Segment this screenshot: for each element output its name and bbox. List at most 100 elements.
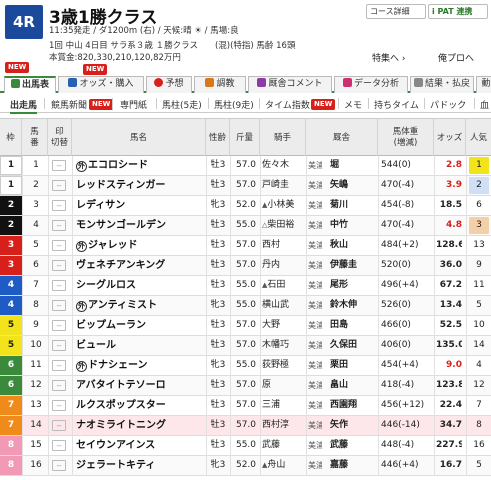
horse-name[interactable]: ビップムーラン	[76, 316, 204, 335]
mark-select[interactable]: --	[52, 380, 66, 391]
col-name[interactable]: 馬名	[72, 119, 206, 157]
jockey-name[interactable]: 戸崎圭	[262, 176, 304, 195]
mark-select[interactable]: --	[52, 200, 66, 211]
horse-row[interactable]: 3 6 -- ヴェネチアンキング 牡3 57.0 丹内 美浦 伊藤圭 520(0) 36.0 9	[0, 256, 491, 276]
odds-value[interactable]: 18.5	[436, 196, 462, 215]
horse-name[interactable]: シーグルロス	[76, 276, 204, 295]
trainer-name[interactable]: 嘉藤	[330, 456, 374, 475]
subnav-memo[interactable]: メモ	[344, 98, 362, 111]
mark-select[interactable]: --	[52, 180, 66, 191]
horse-row[interactable]: 1 1 -- 外エコロシード 牡3 57.0 佐々木 美浦堀 544(0) 2.8 1	[0, 156, 491, 176]
horse-row[interactable]: 3 5 -- 外ジャレッド 牡3 57.0 西村 美浦 秋山 484(+2) 128.6 13	[0, 236, 491, 256]
jockey-name[interactable]: 丹内	[262, 256, 304, 275]
horse-name[interactable]: ジェラートキティ	[76, 456, 204, 475]
odds-value[interactable]: 227.9	[436, 436, 462, 455]
col-trainer[interactable]: 厩舎	[306, 119, 378, 157]
jockey-name[interactable]: △柴田裕	[262, 216, 304, 235]
horse-row[interactable]: 2 3 -- レディサン 牝3 52.0 ▲小林美 美浦 菊川 454(-8) 18.5 6	[0, 196, 491, 216]
col-waku[interactable]: 枠	[0, 119, 22, 157]
horse-row[interactable]: 2 4 -- モンサンゴールデン 牡3 55.0 △柴田裕 美浦 中竹 470(-4) 4.8 3	[0, 216, 491, 236]
mark-select[interactable]: --	[52, 260, 66, 271]
jockey-name[interactable]: 荻野極	[262, 356, 304, 375]
horse-row[interactable]: 6 12 -- アバタイトテソーロ 牡3 57.0 原 美浦 畠山 418(-4) 123.8 12	[0, 376, 491, 396]
horse-name[interactable]: 外アンティミスト	[76, 296, 204, 315]
odds-value[interactable]: 135.0	[436, 336, 462, 355]
jockey-name[interactable]: 三浦	[262, 396, 304, 415]
odds-value[interactable]: 13.4	[436, 296, 462, 315]
trainer-name[interactable]: 矢作	[330, 416, 374, 435]
mypage-link[interactable]: 俺プロへ	[438, 51, 474, 64]
col-pop[interactable]: 人気	[466, 119, 491, 157]
jockey-name[interactable]: ▲石田	[262, 276, 304, 295]
col-sex[interactable]: 性齢	[206, 119, 230, 157]
tab-comment[interactable]: 厩舎コメント	[248, 76, 332, 93]
subnav-shusso[interactable]: 出走馬	[10, 98, 38, 114]
trainer-name[interactable]: 菊川	[330, 196, 374, 215]
horse-name[interactable]: アバタイトテソーロ	[76, 376, 204, 395]
mark-select[interactable]: --	[52, 320, 66, 331]
jockey-name[interactable]: 西村	[262, 236, 304, 255]
trainer-name[interactable]: 伊藤圭	[330, 256, 374, 275]
mark-select[interactable]: --	[52, 160, 66, 171]
trainer-name[interactable]: 尾形	[330, 276, 374, 295]
odds-value[interactable]: 9.0	[436, 356, 462, 375]
trainer-name[interactable]: 鈴木伸	[330, 296, 374, 315]
tab-data[interactable]: データ分析	[334, 76, 408, 93]
col-odds[interactable]: オッズ	[434, 119, 466, 157]
mark-select[interactable]: --	[52, 460, 66, 471]
tab-video[interactable]: 動	[476, 76, 491, 93]
col-mark[interactable]: 印 切替	[48, 119, 72, 157]
jockey-name[interactable]: ▲小林美	[262, 196, 304, 215]
horse-name[interactable]: レディサン	[76, 196, 204, 215]
subnav-mochi-time[interactable]: 持ちタイム	[374, 98, 419, 111]
mark-select[interactable]: --	[52, 420, 66, 431]
odds-value[interactable]: 16.7	[436, 456, 462, 475]
subnav-senmonshi[interactable]: 専門紙	[120, 98, 147, 111]
horse-row[interactable]: 5 10 -- ビュール 牡3 57.0 木幡巧 美浦 久保田 406(0) 135.0 14	[0, 336, 491, 356]
tab-shutsuba[interactable]: 出馬表	[4, 76, 56, 93]
ipat-link-button[interactable]: i PAT 連携	[428, 4, 488, 19]
horse-name[interactable]: モンサンゴールデン	[76, 216, 204, 235]
horse-row[interactable]: 6 11 -- 外ドナシェーン 牝3 55.0 荻野極 美浦 栗田 454(+4) 9.0 4	[0, 356, 491, 376]
horse-name[interactable]: ナオミライトニング	[76, 416, 204, 435]
trainer-name[interactable]: 栗田	[330, 356, 374, 375]
horse-name[interactable]: 外ドナシェーン	[76, 356, 204, 375]
trainer-name[interactable]: 久保田	[330, 336, 374, 355]
horse-name[interactable]: ヴェネチアンキング	[76, 256, 204, 275]
tab-chokyo[interactable]: 調教	[194, 76, 246, 93]
course-detail-button[interactable]: コース詳細	[366, 4, 426, 19]
odds-value[interactable]: 36.0	[436, 256, 462, 275]
trainer-name[interactable]: 中竹	[330, 216, 374, 235]
col-uma[interactable]: 馬 番	[22, 119, 48, 157]
mark-select[interactable]: --	[52, 440, 66, 451]
mark-select[interactable]: --	[52, 360, 66, 371]
trainer-name[interactable]: 秋山	[330, 236, 374, 255]
jockey-name[interactable]: 木幡巧	[262, 336, 304, 355]
subnav-blood[interactable]: 血	[480, 98, 489, 111]
horse-name[interactable]: ルクスポップスター	[76, 396, 204, 415]
mark-select[interactable]: --	[52, 280, 66, 291]
subnav-shinbun[interactable]: 競馬新聞	[51, 98, 87, 111]
horse-row[interactable]: 5 9 -- ビップムーラン 牡3 57.0 大野 美浦 田島 466(0) 52.5 10	[0, 316, 491, 336]
jockey-name[interactable]: 佐々木	[262, 156, 304, 175]
odds-value[interactable]: 123.8	[436, 376, 462, 395]
horse-row[interactable]: 4 7 -- シーグルロス 牡3 55.0 ▲石田 美浦 尾形 496(+4) 67.2 11	[0, 276, 491, 296]
odds-value[interactable]: 3.9	[436, 176, 462, 195]
horse-name[interactable]: レッドスティンガー	[76, 176, 204, 195]
col-kin[interactable]: 斤量	[230, 119, 260, 157]
tab-result[interactable]: 結果・払戻	[410, 76, 474, 93]
trainer-name[interactable]: 堀	[330, 156, 374, 175]
trainer-name[interactable]: 西園翔	[330, 396, 374, 415]
odds-value[interactable]: 4.8	[436, 216, 462, 235]
trainer-name[interactable]: 畠山	[330, 376, 374, 395]
jockey-name[interactable]: 西村淳	[262, 416, 304, 435]
jockey-name[interactable]: 横山武	[262, 296, 304, 315]
col-jockey[interactable]: 騎手	[260, 119, 306, 157]
horse-row[interactable]: 7 13 -- ルクスポップスター 牡3 57.0 三浦 美浦 西園翔 456(+12) 22.4 7	[0, 396, 491, 416]
odds-value[interactable]: 52.5	[436, 316, 462, 335]
horse-row[interactable]: 7 14 -- ナオミライトニング 牡3 57.0 西村淳 美浦 矢作 446(-14) 34.7 8	[0, 416, 491, 436]
odds-value[interactable]: 22.4	[436, 396, 462, 415]
jockey-name[interactable]: 大野	[262, 316, 304, 335]
mark-select[interactable]: --	[52, 340, 66, 351]
jockey-name[interactable]: 武藤	[262, 436, 304, 455]
